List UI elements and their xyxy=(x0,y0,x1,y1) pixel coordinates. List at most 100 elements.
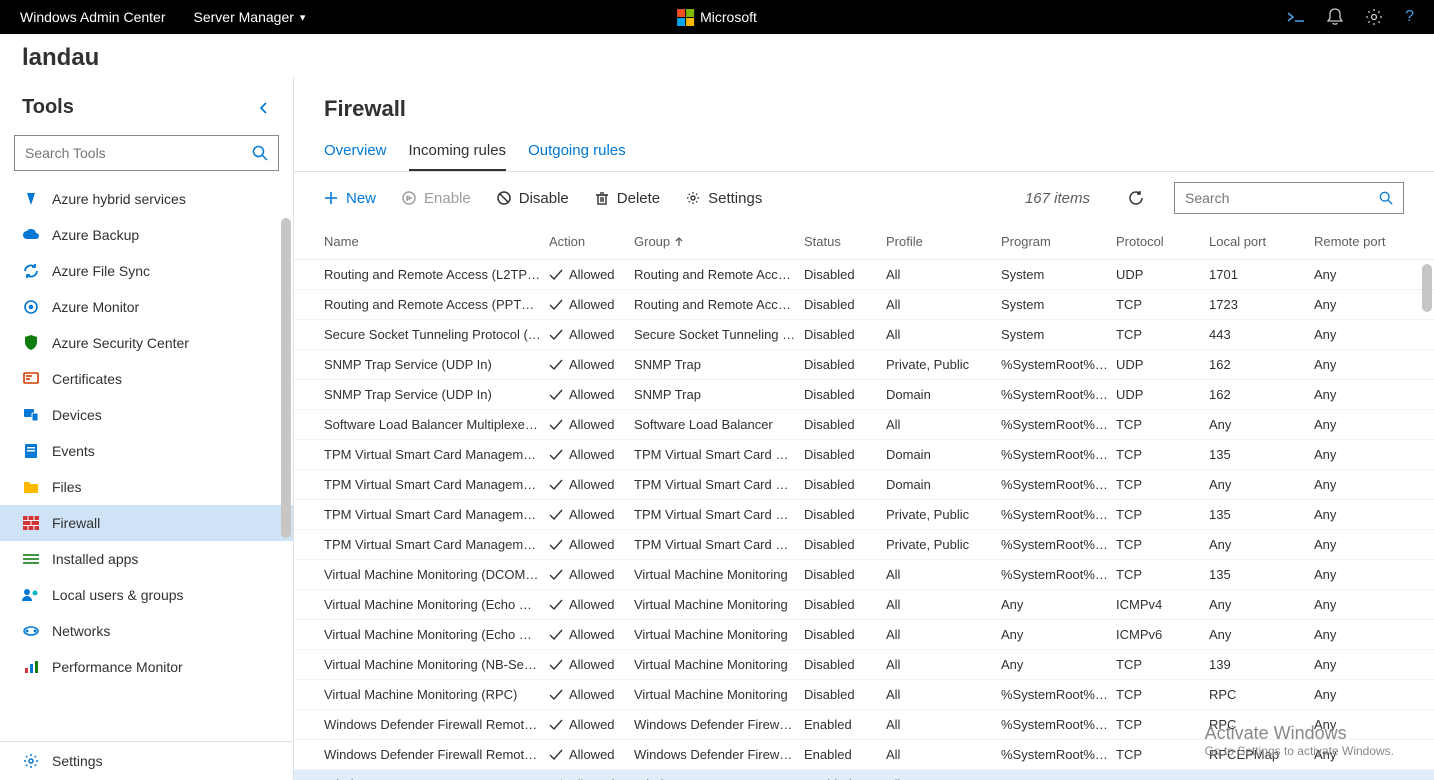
delete-button[interactable]: Delete xyxy=(595,190,660,207)
cell-program: System xyxy=(1001,297,1116,312)
column-header-remote-port[interactable]: Remote port xyxy=(1314,234,1424,249)
new-label: New xyxy=(346,190,376,207)
cell-name: SNMP Trap Service (UDP In) xyxy=(324,387,549,402)
tab-outgoing-rules[interactable]: Outgoing rules xyxy=(528,142,626,171)
settings-label: Settings xyxy=(708,190,762,207)
enable-button[interactable]: Enable xyxy=(402,190,471,207)
cell-remote-port: Any xyxy=(1314,717,1424,732)
cell-remote-port: Any xyxy=(1314,387,1424,402)
tab-incoming-rules[interactable]: Incoming rules xyxy=(409,142,507,171)
sidebar-item-local-users-groups[interactable]: Local users & groups xyxy=(0,577,293,613)
new-button[interactable]: New xyxy=(324,190,376,207)
sidebar-item-certificates[interactable]: Certificates xyxy=(0,361,293,397)
sidebar-item-azure-monitor[interactable]: Azure Monitor xyxy=(0,289,293,325)
cell-local-port: 135 xyxy=(1209,567,1314,582)
gear-icon[interactable] xyxy=(1365,8,1383,26)
column-header-protocol[interactable]: Protocol xyxy=(1116,234,1209,249)
sidebar-item-installed-apps[interactable]: Installed apps xyxy=(0,541,293,577)
sort-asc-icon xyxy=(674,237,684,247)
cell-profile: Private, Public xyxy=(886,507,1001,522)
sidebar-settings-label: Settings xyxy=(52,753,103,769)
sidebar-item-azure-file-sync[interactable]: Azure File Sync xyxy=(0,253,293,289)
table-row[interactable]: Software Load Balancer Multiplexer (T...… xyxy=(294,410,1434,440)
column-header-profile[interactable]: Profile xyxy=(886,234,1001,249)
cell-action: Allowed xyxy=(549,687,634,702)
table-row[interactable]: Windows Defender Firewall Remote ...Allo… xyxy=(294,740,1434,770)
disable-button[interactable]: Disable xyxy=(497,190,569,207)
column-header-local-port[interactable]: Local port xyxy=(1209,234,1314,249)
sidebar-item-files[interactable]: Files xyxy=(0,469,293,505)
disable-icon xyxy=(497,191,511,205)
table-row[interactable]: Virtual Machine Monitoring (DCOM-In)Allo… xyxy=(294,560,1434,590)
sidebar-scrollbar[interactable] xyxy=(281,218,291,538)
table-row[interactable]: TPM Virtual Smart Card Management...Allo… xyxy=(294,530,1434,560)
column-header-status[interactable]: Status xyxy=(804,234,886,249)
refresh-button[interactable] xyxy=(1124,186,1148,210)
search-tools-input-wrap[interactable] xyxy=(14,135,279,171)
column-header-program[interactable]: Program xyxy=(1001,234,1116,249)
column-header-action[interactable]: Action xyxy=(549,234,634,249)
grid-scrollbar[interactable] xyxy=(1422,264,1432,312)
cell-action: Allowed xyxy=(549,417,634,432)
table-row[interactable]: Windows Defender Firewall Remote ...Allo… xyxy=(294,710,1434,740)
cell-protocol: TCP xyxy=(1116,507,1209,522)
cell-profile: All xyxy=(886,327,1001,342)
sidebar-item-events[interactable]: Events xyxy=(0,433,293,469)
cell-program: Any xyxy=(1001,627,1116,642)
cell-profile: All xyxy=(886,567,1001,582)
apps-icon xyxy=(22,550,40,568)
settings-button[interactable]: Settings xyxy=(686,190,762,207)
table-row[interactable]: Secure Socket Tunneling Protocol (SS...A… xyxy=(294,320,1434,350)
cell-profile: Domain xyxy=(886,477,1001,492)
table-row[interactable]: SNMP Trap Service (UDP In)AllowedSNMP Tr… xyxy=(294,380,1434,410)
check-icon xyxy=(549,449,563,461)
table-search-wrap[interactable] xyxy=(1174,182,1404,214)
cell-protocol: TCP xyxy=(1116,297,1209,312)
table-row[interactable]: Virtual Machine Monitoring (NB-Sessi...A… xyxy=(294,650,1434,680)
cell-program: %SystemRoot%\... xyxy=(1001,717,1116,732)
table-row[interactable]: Windows Management Instrumentati...Allow… xyxy=(294,770,1434,780)
sidebar-item-performance-monitor[interactable]: Performance Monitor xyxy=(0,649,293,685)
table-row[interactable]: TPM Virtual Smart Card Management...Allo… xyxy=(294,470,1434,500)
table-row[interactable]: Virtual Machine Monitoring (Echo Re...Al… xyxy=(294,590,1434,620)
check-icon xyxy=(549,269,563,281)
column-header-group[interactable]: Group xyxy=(634,234,804,249)
cell-action: Allowed xyxy=(549,357,634,372)
search-tools-input[interactable] xyxy=(25,145,252,161)
sidebar-item-devices[interactable]: Devices xyxy=(0,397,293,433)
cell-protocol: TCP xyxy=(1116,687,1209,702)
sidebar-item-label: Certificates xyxy=(52,371,122,387)
cell-group: Virtual Machine Monitoring xyxy=(634,597,804,612)
table-row[interactable]: Virtual Machine Monitoring (Echo Re...Al… xyxy=(294,620,1434,650)
sidebar-item-azure-security-center[interactable]: Azure Security Center xyxy=(0,325,293,361)
table-row[interactable]: SNMP Trap Service (UDP In)AllowedSNMP Tr… xyxy=(294,350,1434,380)
cell-profile: Domain xyxy=(886,387,1001,402)
cell-group: Secure Socket Tunneling Pr... xyxy=(634,327,804,342)
cell-profile: All xyxy=(886,597,1001,612)
table-row[interactable]: TPM Virtual Smart Card Management...Allo… xyxy=(294,440,1434,470)
table-row[interactable]: Virtual Machine Monitoring (RPC)AllowedV… xyxy=(294,680,1434,710)
table-row[interactable]: Routing and Remote Access (L2TP-In)Allow… xyxy=(294,260,1434,290)
server-selector[interactable]: Server Manager ▾ xyxy=(194,9,306,25)
collapse-sidebar-icon[interactable] xyxy=(257,101,271,115)
table-row[interactable]: Routing and Remote Access (PPTP-In)Allow… xyxy=(294,290,1434,320)
check-icon xyxy=(549,569,563,581)
events-icon xyxy=(22,442,40,460)
help-icon[interactable]: ? xyxy=(1405,8,1414,26)
sidebar-item-azure-hybrid-services[interactable]: Azure hybrid services xyxy=(0,181,293,217)
console-icon[interactable] xyxy=(1287,10,1305,24)
cell-action: Allowed xyxy=(549,657,634,672)
sidebar-item-networks[interactable]: Networks xyxy=(0,613,293,649)
table-row[interactable]: TPM Virtual Smart Card Management...Allo… xyxy=(294,500,1434,530)
notification-icon[interactable] xyxy=(1327,8,1343,26)
cell-program: %SystemRoot%\... xyxy=(1001,357,1116,372)
sidebar-settings-item[interactable]: Settings xyxy=(0,741,293,780)
sidebar-item-firewall[interactable]: Firewall xyxy=(0,505,293,541)
cell-action: Allowed xyxy=(549,387,634,402)
cell-remote-port: Any xyxy=(1314,297,1424,312)
tab-overview[interactable]: Overview xyxy=(324,142,387,171)
cell-action: Allowed xyxy=(549,537,634,552)
sidebar-item-azure-backup[interactable]: Azure Backup xyxy=(0,217,293,253)
table-search-input[interactable] xyxy=(1185,190,1379,206)
column-header-name[interactable]: Name xyxy=(324,234,549,249)
